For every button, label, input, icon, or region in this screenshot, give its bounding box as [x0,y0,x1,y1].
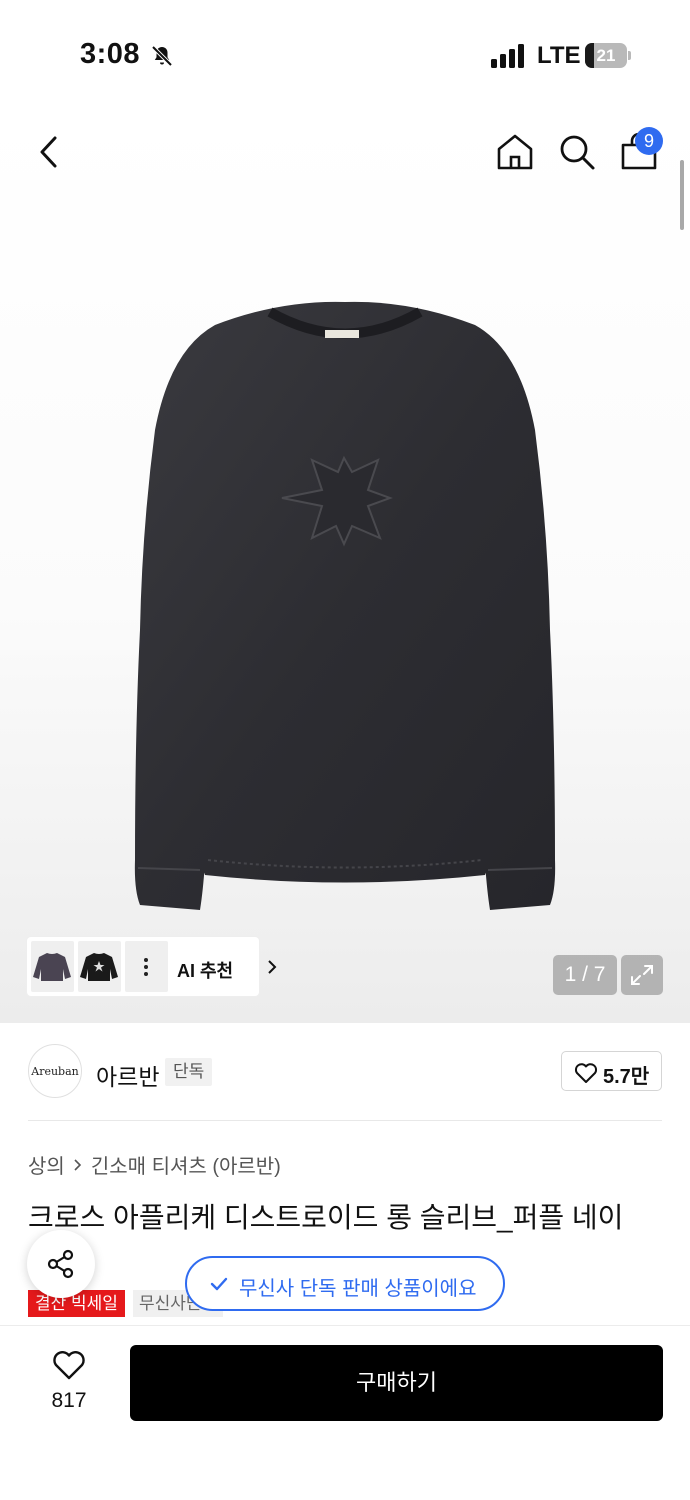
breadcrumb-category[interactable]: 상의 [28,1150,65,1179]
brand-name[interactable]: 아르반 [96,1058,159,1092]
favorite-button[interactable]: 817 [28,1345,110,1420]
status-bar: 3:08 LTE 21 [0,0,690,110]
back-icon[interactable] [34,134,64,170]
status-time: 3:08 [80,38,141,70]
chevron-right-icon [268,960,277,974]
heart-icon [574,1063,598,1083]
more-dots-icon[interactable] [125,941,168,992]
breadcrumb: 상의 긴소매 티셔츠 (아르반) [28,1150,281,1179]
brand-logo[interactable]: Areuban [28,1044,82,1098]
share-button[interactable] [27,1230,95,1298]
battery-icon: 21 [585,43,631,68]
product-title: 크로스 아플리케 디스트로이드 롱 슬리브_퍼플 네이 [28,1202,624,1233]
divider [28,1120,662,1121]
scroll-indicator [680,160,684,230]
share-icon [47,1249,74,1279]
check-icon [210,1277,228,1291]
home-icon[interactable] [495,132,535,172]
heart-icon [53,1351,85,1380]
product-image [134,301,556,911]
brand-like-count: 5.7만 [603,1066,650,1088]
favorite-count: 817 [51,1389,87,1412]
breadcrumb-subcategory[interactable]: 긴소매 티셔츠 (아르반) [91,1150,281,1179]
expand-icon [631,965,653,985]
toast-message: 무신사 단독 판매 상품이에요 [239,1278,477,1300]
black-star-sweater-thumb[interactable] [78,941,121,992]
battery-level: 21 [596,46,616,65]
bell-slash-icon [151,45,173,67]
ai-recommend-panel[interactable]: AI 추천 [27,937,277,996]
purple-sweater-thumb[interactable] [31,941,74,992]
expand-button[interactable] [621,955,663,995]
cart-count-badge: 9 [635,127,663,155]
exclusive-toast: 무신사 단독 판매 상품이에요 [185,1256,505,1311]
ai-recommend-label: AI 추천 [177,961,234,981]
network-type: LTE [537,42,581,69]
buy-button[interactable]: 구매하기 [130,1345,663,1421]
chevron-right-icon [74,1158,81,1171]
image-counter: 1 / 7 [553,955,617,995]
signal-icon [491,44,524,68]
search-icon[interactable] [557,132,597,172]
exclusive-badge: 단독 [165,1058,213,1086]
brand-like-button[interactable]: 5.7만 [561,1051,662,1091]
